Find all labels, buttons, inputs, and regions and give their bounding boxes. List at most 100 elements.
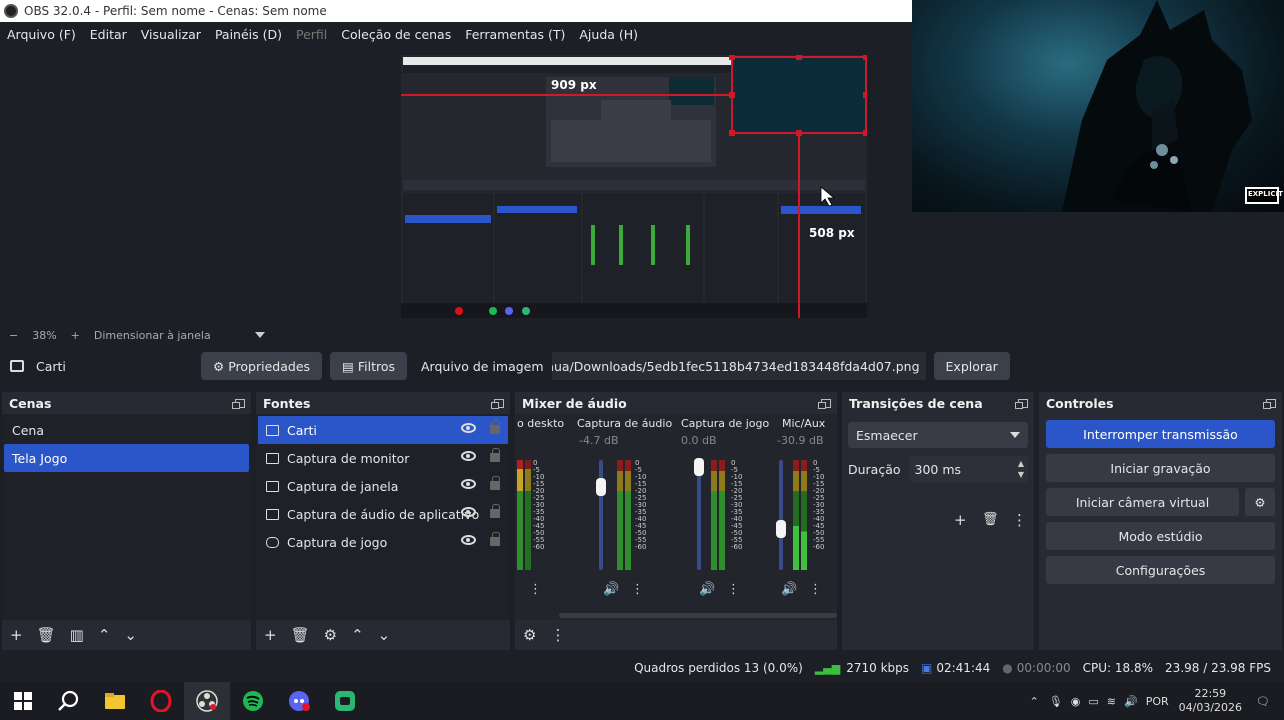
menu-editar[interactable]: Editar xyxy=(90,27,127,42)
filter-icon[interactable]: ▥ xyxy=(70,626,84,644)
channel-menu-icon[interactable]: ⋮ xyxy=(727,582,740,597)
mixer-channel-desktop: o desktop 0-5-10-15-20-25-30-35-40-45-50… xyxy=(515,414,565,620)
speaker-icon[interactable]: 🔊 xyxy=(699,582,715,597)
chevron-up-icon[interactable]: ⌃ xyxy=(98,626,111,644)
chevron-down-icon[interactable] xyxy=(254,332,265,338)
channel-menu-icon[interactable]: ⋮ xyxy=(631,582,644,597)
browse-button[interactable]: Explorar xyxy=(933,352,1010,380)
channel-menu-icon[interactable]: ⋮ xyxy=(529,582,542,597)
scene-item-tela-jogo[interactable]: Tela Jogo xyxy=(4,444,249,472)
menu-colecao-cenas[interactable]: Coleção de cenas xyxy=(341,27,451,42)
menu-ferramentas[interactable]: Ferramentas (T) xyxy=(465,27,565,42)
obs-taskbar-icon[interactable] xyxy=(184,682,230,720)
transition-select[interactable]: Esmaecer xyxy=(848,422,1028,448)
lock-icon[interactable] xyxy=(490,532,500,546)
duration-input[interactable]: 300 ms ▲ ▼ xyxy=(908,456,1028,482)
float-dock-icon[interactable] xyxy=(491,398,504,409)
discord-icon[interactable] xyxy=(276,682,322,720)
chevron-down-icon[interactable]: ⌄ xyxy=(378,626,391,644)
zoom-mode-select[interactable]: Dimensionar à janela xyxy=(94,329,211,342)
sources-dock-header: Fontes xyxy=(256,392,510,414)
spinner-arrows-icon[interactable]: ▲ ▼ xyxy=(1018,458,1024,480)
eye-icon[interactable] xyxy=(461,535,476,545)
volume-icon[interactable]: 🔊 xyxy=(1124,695,1138,708)
image-file-path-field[interactable]: C:/Users/vcaua/Downloads/5edb1fec5118b47… xyxy=(551,352,926,380)
notification-icon[interactable]: 🗨 xyxy=(1256,695,1270,708)
settings-button[interactable]: Configurações xyxy=(1046,556,1275,584)
wifi-icon[interactable]: ≋ xyxy=(1107,695,1116,708)
app-green-icon[interactable] xyxy=(322,682,368,720)
virtual-camera-settings-button[interactable]: ⚙ xyxy=(1245,488,1275,516)
volume-slider-handle[interactable] xyxy=(596,478,606,496)
gear-icon[interactable]: ⚙ xyxy=(324,626,337,644)
microphone-icon[interactable]: 🎙 xyxy=(1049,695,1063,708)
lock-icon[interactable] xyxy=(490,420,500,434)
eye-icon[interactable] xyxy=(461,479,476,489)
menu-visualizar[interactable]: Visualizar xyxy=(141,27,201,42)
preview-canvas[interactable]: 909 px 508 px xyxy=(401,55,867,318)
lock-icon[interactable] xyxy=(490,476,500,490)
trash-icon[interactable]: 🗑 xyxy=(291,626,310,644)
start-virtual-camera-button[interactable]: Iniciar câmera virtual xyxy=(1046,488,1239,516)
filters-button[interactable]: ▤ Filtros xyxy=(330,352,407,380)
search-icon[interactable] xyxy=(46,682,92,720)
mixer-body: o desktop 0-5-10-15-20-25-30-35-40-45-50… xyxy=(515,414,837,620)
link-gear-icon[interactable]: ⚙ xyxy=(523,626,536,644)
float-dock-icon[interactable] xyxy=(232,398,245,409)
chevron-down-icon[interactable]: ⌄ xyxy=(124,626,137,644)
trash-icon[interactable]: 🗑 xyxy=(982,512,999,527)
float-dock-icon[interactable] xyxy=(1263,398,1276,409)
clock[interactable]: 22:59 04/03/2026 xyxy=(1179,687,1242,715)
language-indicator[interactable]: POR xyxy=(1146,695,1169,708)
zoom-out-button[interactable]: − xyxy=(9,329,18,342)
preview-area[interactable]: 909 px 508 px xyxy=(0,46,912,326)
studio-mode-button[interactable]: Modo estúdio xyxy=(1046,522,1275,550)
menu-paineis[interactable]: Painéis (D) xyxy=(215,27,282,42)
speaker-icon[interactable]: 🔊 xyxy=(603,582,619,597)
speaker-icon[interactable]: 🔊 xyxy=(781,582,797,597)
volume-slider[interactable] xyxy=(697,460,701,570)
source-item-janela[interactable]: Captura de janela xyxy=(258,472,508,500)
eye-icon[interactable] xyxy=(461,423,476,433)
zoom-in-button[interactable]: + xyxy=(71,329,80,342)
eye-icon[interactable] xyxy=(461,507,476,517)
menu-perfil[interactable]: Perfil xyxy=(296,27,327,42)
add-icon[interactable]: + xyxy=(264,626,277,644)
source-item-monitor[interactable]: Captura de monitor xyxy=(258,444,508,472)
menu-ajuda[interactable]: Ajuda (H) xyxy=(579,27,638,42)
opera-icon[interactable] xyxy=(138,682,184,720)
trash-icon[interactable]: 🗑 xyxy=(37,626,56,644)
source-item-game[interactable]: Captura de jogo xyxy=(258,528,508,556)
volume-slider-handle[interactable] xyxy=(694,458,704,476)
volume-slider[interactable] xyxy=(599,460,603,570)
volume-slider[interactable] xyxy=(779,460,783,570)
file-explorer-icon[interactable] xyxy=(92,682,138,720)
add-icon[interactable]: + xyxy=(954,511,967,529)
float-dock-icon[interactable] xyxy=(1015,398,1028,409)
source-item-app-audio[interactable]: Captura de áudio de aplicativo xyxy=(258,500,508,528)
menu-dots-icon[interactable]: ⋮ xyxy=(1012,511,1027,529)
channel-db: 0.0 dB xyxy=(681,434,717,447)
start-recording-button[interactable]: Iniciar gravação xyxy=(1046,454,1275,482)
volume-slider-handle[interactable] xyxy=(776,520,786,538)
add-icon[interactable]: + xyxy=(10,626,23,644)
spotify-icon[interactable] xyxy=(230,682,276,720)
channel-menu-icon[interactable]: ⋮ xyxy=(809,582,822,597)
chevron-up-icon[interactable]: ⌃ xyxy=(351,626,364,644)
chevron-up-icon[interactable]: ⌃ xyxy=(1030,695,1039,708)
status-bar: Quadros perdidos 13 (0.0%) ▂▄▆ 2710 kbps… xyxy=(0,654,1284,682)
battery-icon[interactable]: ▭ xyxy=(1088,695,1098,708)
properties-button[interactable]: ⚙ Propriedades xyxy=(201,352,323,380)
stop-streaming-button[interactable]: Interromper transmissão xyxy=(1046,420,1275,448)
eye-icon[interactable] xyxy=(461,451,476,461)
menu-dots-icon[interactable]: ⋮ xyxy=(550,626,565,644)
menu-arquivo[interactable]: Arquivo (F) xyxy=(7,27,76,42)
mixer-scrollbar[interactable] xyxy=(559,613,837,618)
scene-item-cena[interactable]: Cena xyxy=(4,416,249,444)
lock-icon[interactable] xyxy=(490,504,500,518)
windows-start-icon[interactable] xyxy=(0,682,46,720)
webcam-icon[interactable]: ◉ xyxy=(1071,695,1081,708)
lock-icon[interactable] xyxy=(490,448,500,462)
source-item-carti[interactable]: Carti xyxy=(258,416,508,444)
float-dock-icon[interactable] xyxy=(818,398,831,409)
